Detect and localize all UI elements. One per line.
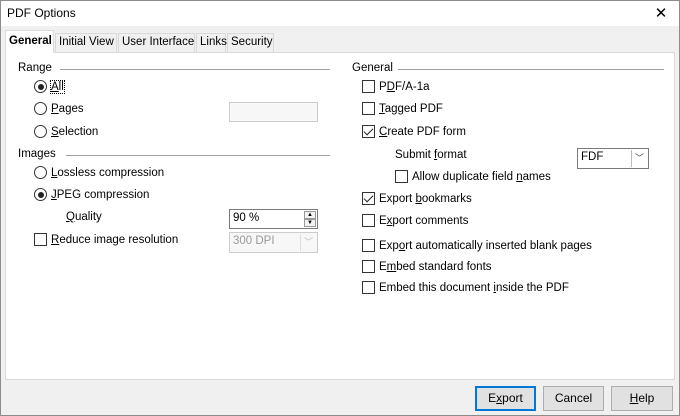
- checkbox-create-pdf-form-label: Create PDF form: [379, 125, 466, 138]
- checkbox-tagged-pdf-indicator[interactable]: [362, 102, 375, 115]
- tab-initial-view[interactable]: Initial View: [55, 33, 117, 52]
- quality-label: Quality: [66, 211, 102, 223]
- pages-input[interactable]: [229, 102, 318, 122]
- checkbox-pdfa-indicator[interactable]: [362, 80, 375, 93]
- checkbox-pdfa-label: PDF/A-1a: [379, 80, 430, 93]
- window-title: PDF Options: [7, 6, 76, 20]
- general-heading: General: [352, 62, 393, 74]
- radio-pages-label: Pages: [51, 102, 84, 115]
- radio-selection[interactable]: Selection: [34, 125, 98, 138]
- dpi-value: 300 DPI: [233, 235, 275, 247]
- checkbox-create-pdf-form[interactable]: Create PDF form: [362, 125, 466, 138]
- general-divider: [398, 69, 664, 70]
- chevron-down-icon[interactable]: ﹀: [631, 150, 647, 167]
- radio-pages[interactable]: Pages: [34, 102, 84, 115]
- radio-lossless[interactable]: Lossless compression: [34, 166, 164, 179]
- range-divider: [60, 69, 330, 70]
- chevron-down-icon[interactable]: ﹀: [300, 234, 316, 251]
- checkbox-export-comments-label: Export comments: [379, 214, 469, 227]
- quality-spin-buttons[interactable]: ▲ ▼: [304, 211, 316, 227]
- radio-jpeg-label: JPEG compression: [51, 188, 150, 201]
- quality-label-text: Quality: [66, 211, 102, 223]
- spin-up-icon[interactable]: ▲: [304, 211, 316, 219]
- checkbox-export-bookmarks-indicator[interactable]: [362, 192, 375, 205]
- radio-lossless-indicator[interactable]: [34, 166, 47, 179]
- checkbox-tagged-pdf-label: Tagged PDF: [379, 102, 443, 115]
- checkbox-export-blank-pages[interactable]: Export automatically inserted blank page…: [362, 239, 592, 252]
- checkbox-embed-document-indicator[interactable]: [362, 281, 375, 294]
- help-button[interactable]: Help: [611, 386, 673, 411]
- general-tab-page: Range All Pages Selection Images Lossles…: [5, 52, 675, 380]
- images-heading: Images: [18, 148, 56, 160]
- radio-jpeg-indicator[interactable]: [34, 188, 47, 201]
- tab-general[interactable]: General: [5, 30, 54, 53]
- export-button[interactable]: Export: [475, 386, 536, 411]
- submit-format-label: Submit format: [395, 149, 467, 161]
- title-bar: PDF Options ✕: [1, 1, 679, 26]
- checkbox-embed-fonts-label: Embed standard fonts: [379, 260, 492, 273]
- radio-all-label: All: [50, 79, 65, 94]
- pdf-options-dialog: PDF Options ✕ General Initial View User …: [0, 0, 680, 416]
- checkbox-allow-duplicate-indicator[interactable]: [395, 170, 408, 183]
- checkbox-export-comments-indicator[interactable]: [362, 214, 375, 227]
- checkbox-export-blank-pages-indicator[interactable]: [362, 239, 375, 252]
- checkbox-create-pdf-form-indicator[interactable]: [362, 125, 375, 138]
- spin-down-icon[interactable]: ▼: [304, 219, 316, 227]
- range-heading: Range: [18, 62, 52, 74]
- radio-all[interactable]: All: [34, 79, 65, 94]
- images-divider: [66, 155, 330, 156]
- checkbox-reduce-resolution[interactable]: Reduce image resolution: [34, 233, 178, 246]
- radio-pages-indicator[interactable]: [34, 102, 47, 115]
- checkbox-export-blank-pages-label: Export automatically inserted blank page…: [379, 239, 592, 252]
- checkbox-reduce-resolution-label: Reduce image resolution: [51, 233, 179, 246]
- radio-all-indicator[interactable]: [34, 80, 47, 93]
- submit-format-value: FDF: [581, 151, 604, 163]
- checkbox-allow-duplicate[interactable]: Allow duplicate field names: [395, 170, 551, 183]
- quality-value: 90 %: [233, 212, 260, 224]
- tab-security[interactable]: Security: [227, 33, 274, 52]
- dpi-dropdown[interactable]: 300 DPI ﹀: [229, 232, 318, 253]
- submit-format-dropdown[interactable]: FDF ﹀: [577, 148, 649, 169]
- checkbox-tagged-pdf[interactable]: Tagged PDF: [362, 102, 443, 115]
- submit-format-label-text: Submit format: [395, 149, 467, 161]
- tab-user-interface[interactable]: User Interface: [118, 33, 195, 52]
- checkbox-pdfa[interactable]: PDF/A-1a: [362, 80, 430, 93]
- tab-links[interactable]: Links: [196, 33, 227, 52]
- radio-selection-indicator[interactable]: [34, 125, 47, 138]
- checkbox-export-bookmarks-label: Export bookmarks: [379, 192, 472, 205]
- quality-spinbox[interactable]: 90 % ▲ ▼: [229, 209, 318, 229]
- checkbox-embed-fonts[interactable]: Embed standard fonts: [362, 260, 492, 273]
- radio-selection-label: Selection: [51, 125, 99, 138]
- close-icon[interactable]: ✕: [643, 1, 679, 26]
- checkbox-export-bookmarks[interactable]: Export bookmarks: [362, 192, 472, 205]
- checkbox-reduce-resolution-indicator[interactable]: [34, 233, 47, 246]
- radio-lossless-label: Lossless compression: [51, 166, 165, 179]
- checkbox-export-comments[interactable]: Export comments: [362, 214, 468, 227]
- radio-jpeg[interactable]: JPEG compression: [34, 188, 149, 201]
- checkbox-embed-fonts-indicator[interactable]: [362, 260, 375, 273]
- cancel-button[interactable]: Cancel: [543, 386, 604, 411]
- checkbox-allow-duplicate-label: Allow duplicate field names: [412, 170, 551, 183]
- checkbox-embed-document[interactable]: Embed this document inside the PDF: [362, 281, 569, 294]
- checkbox-embed-document-label: Embed this document inside the PDF: [379, 281, 569, 294]
